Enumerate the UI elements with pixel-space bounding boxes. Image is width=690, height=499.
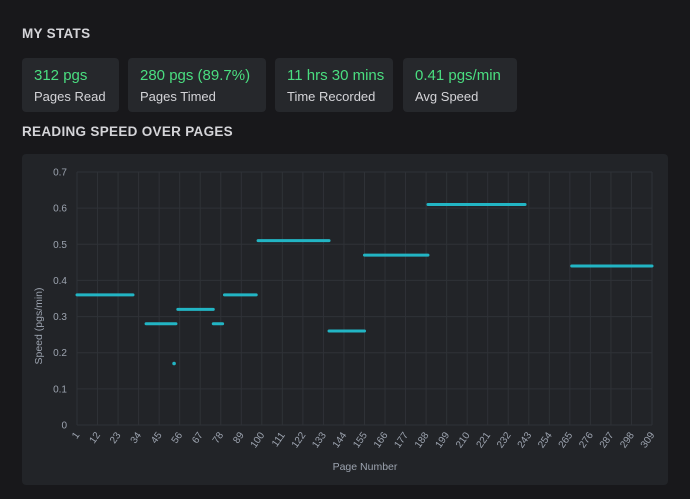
x-tick-label: 56 (170, 430, 186, 446)
y-tick-label: 0 (61, 421, 67, 432)
y-tick-label: 0.4 (53, 276, 67, 287)
x-tick-label: 287 (598, 430, 617, 450)
x-tick-label: 221 (475, 430, 494, 450)
x-tick-label: 254 (536, 430, 555, 450)
x-tick-label: 265 (557, 430, 576, 450)
y-axis-ticks: 0 0.1 0.2 0.3 0.4 0.5 0.6 0.7 (53, 168, 67, 432)
y-tick-label: 0.5 (53, 240, 67, 251)
x-tick-label: 199 (434, 430, 453, 450)
stat-value: 0.41 pgs/min (415, 67, 501, 84)
x-tick-label: 298 (618, 430, 637, 450)
x-tick-label: 166 (372, 430, 391, 450)
x-tick-label: 210 (454, 430, 473, 450)
stat-value: 280 pgs (89.7%) (140, 67, 251, 84)
x-tick-label: 1 (70, 430, 82, 441)
stat-card-avg-speed: 0.41 pgs/min Avg Speed (403, 58, 517, 112)
chart-svg: 0 0.1 0.2 0.3 0.4 0.5 0.6 0.7 1 12 23 34 45 56 67 78 89… (33, 168, 658, 474)
x-tick-label: 89 (231, 430, 247, 446)
stat-value: 312 pgs (34, 67, 88, 84)
x-tick-label: 144 (331, 430, 350, 450)
x-axis-label: Page Number (333, 461, 398, 473)
stat-card-pages-timed: 280 pgs (89.7%) Pages Timed (128, 58, 266, 112)
x-tick-label: 309 (639, 430, 658, 450)
x-tick-label: 188 (413, 430, 432, 450)
y-axis-label: Speed (pgs/min) (33, 287, 45, 364)
x-tick-label: 45 (149, 430, 165, 446)
x-tick-label: 23 (108, 430, 124, 446)
x-tick-label: 232 (495, 430, 514, 450)
y-tick-label: 0.2 (53, 348, 67, 359)
stat-value: 11 hrs 30 mins (287, 67, 385, 84)
stat-label: Avg Speed (415, 89, 479, 104)
y-tick-label: 0.6 (53, 204, 67, 215)
x-tick-label: 243 (516, 430, 535, 450)
y-tick-label: 0.3 (53, 312, 67, 323)
speed-point (172, 361, 176, 366)
x-axis-ticks: 1 12 23 34 45 56 67 78 89 100 111 122 133 144 155 166 17… (70, 430, 657, 450)
y-tick-label: 0.7 (53, 168, 67, 179)
x-tick-label: 100 (249, 430, 268, 450)
x-tick-label: 122 (290, 430, 309, 450)
stat-card-time-recorded: 11 hrs 30 mins Time Recorded (275, 58, 393, 112)
reading-speed-chart: 0 0.1 0.2 0.3 0.4 0.5 0.6 0.7 1 12 23 34 45 56 67 78 89… (22, 154, 668, 485)
stat-label: Pages Read (34, 89, 106, 104)
y-tick-label: 0.1 (53, 384, 67, 395)
stat-card-pages-read: 312 pgs Pages Read (22, 58, 119, 112)
reading-speed-title: READING SPEED OVER PAGES (22, 124, 233, 139)
stat-label: Time Recorded (287, 89, 376, 104)
x-tick-label: 276 (577, 430, 596, 450)
x-tick-label: 111 (270, 430, 288, 449)
x-tick-label: 78 (211, 430, 227, 446)
x-tick-label: 133 (310, 430, 329, 450)
chart-grid (76, 171, 653, 426)
my-stats-title: MY STATS (22, 26, 91, 41)
x-tick-label: 155 (351, 430, 370, 450)
stat-label: Pages Timed (140, 89, 216, 104)
x-tick-label: 12 (88, 430, 104, 446)
x-tick-label: 34 (129, 430, 145, 446)
x-tick-label: 67 (190, 430, 206, 446)
x-tick-label: 177 (392, 430, 411, 450)
